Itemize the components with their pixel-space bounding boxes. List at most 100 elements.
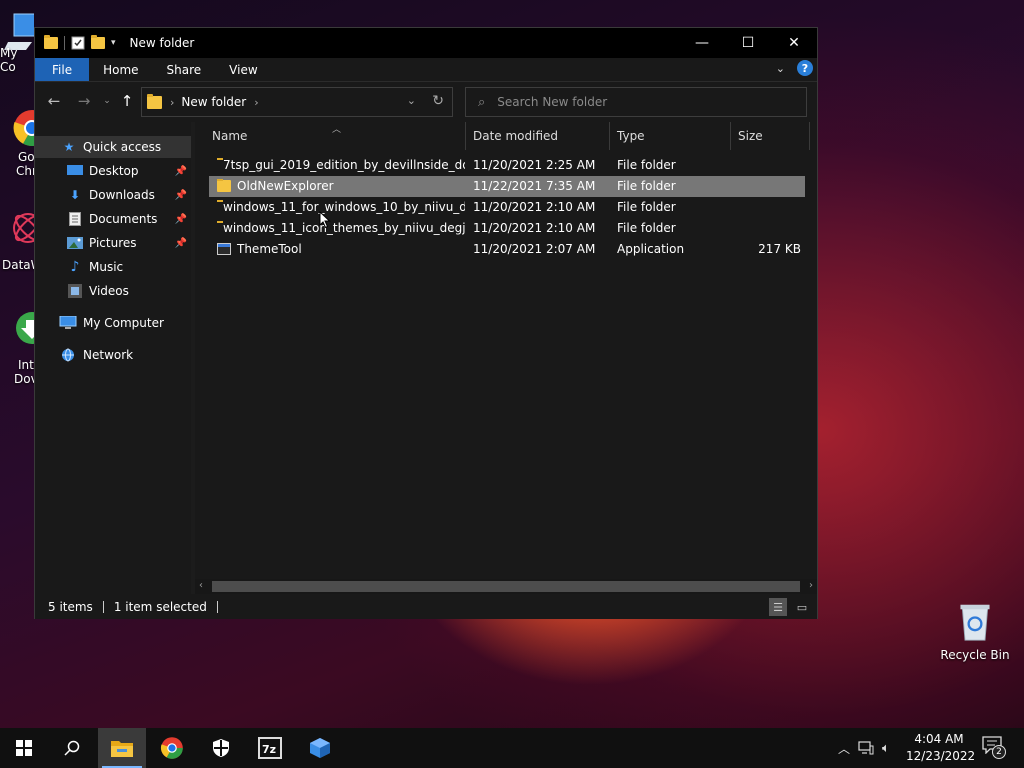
nav-item-quick-access[interactable]: ★ Quick access bbox=[35, 136, 191, 158]
scrollbar-thumb[interactable] bbox=[212, 581, 800, 592]
desktop-icon bbox=[67, 164, 83, 178]
taskbar-chrome[interactable] bbox=[148, 728, 196, 768]
network-icon[interactable] bbox=[858, 741, 874, 755]
table-row[interactable]: ThemeTool 11/20/2021 2:07 AM Application… bbox=[209, 239, 805, 260]
chevron-right-icon[interactable]: › bbox=[254, 96, 258, 109]
file-type: File folder bbox=[617, 158, 676, 172]
nav-item-pictures[interactable]: Pictures 📌 bbox=[35, 232, 191, 254]
maximize-button[interactable]: ☐ bbox=[725, 28, 771, 58]
search-input[interactable]: ⌕ Search New folder bbox=[465, 87, 807, 117]
desktop-icon-internet-download[interactable]: Inte Dov bbox=[0, 310, 34, 386]
forward-arrow-icon[interactable]: → bbox=[74, 92, 94, 110]
chevron-right-icon[interactable]: › bbox=[170, 96, 174, 109]
desktop-icon-datawrapper[interactable]: DataW bbox=[0, 208, 34, 272]
nav-item-documents[interactable]: Documents 📌 bbox=[35, 208, 191, 230]
table-row[interactable]: OldNewExplorer 11/22/2021 7:35 AM File f… bbox=[209, 176, 805, 197]
help-icon[interactable]: ? bbox=[797, 60, 813, 76]
taskbar-file-explorer[interactable] bbox=[98, 728, 146, 768]
table-row[interactable]: windows_11_icon_themes_by_niivu_degj... … bbox=[209, 218, 805, 239]
chevron-down-icon[interactable]: ⌄ bbox=[407, 94, 416, 107]
folder-icon bbox=[44, 35, 58, 49]
breadcrumb[interactable]: New folder bbox=[181, 95, 246, 109]
item-count: 5 items bbox=[48, 600, 93, 614]
picture-icon bbox=[67, 236, 83, 250]
nav-item-label: My Computer bbox=[83, 316, 164, 330]
file-name: 7tsp_gui_2019_edition_by_devillnside_dd.… bbox=[223, 158, 465, 172]
column-header-date[interactable]: Date modified bbox=[473, 122, 558, 150]
start-button[interactable] bbox=[0, 728, 48, 768]
column-header-name[interactable]: Name bbox=[212, 122, 247, 150]
tab-share[interactable]: Share bbox=[153, 58, 216, 81]
taskbar-app[interactable] bbox=[296, 728, 344, 768]
scroll-right-icon[interactable]: › bbox=[809, 580, 813, 591]
nav-item-desktop[interactable]: Desktop 📌 bbox=[35, 160, 191, 182]
search-button[interactable] bbox=[48, 728, 96, 768]
properties-icon[interactable] bbox=[71, 36, 85, 50]
taskbar-7zip[interactable]: 7z bbox=[246, 728, 294, 768]
pin-icon[interactable]: 📌 bbox=[175, 166, 187, 177]
desktop-icon-recycle-bin[interactable]: Recycle Bin bbox=[938, 602, 1012, 662]
volume-icon[interactable]: 🔈︎ bbox=[882, 741, 890, 756]
column-divider[interactable] bbox=[730, 122, 731, 150]
column-header-size[interactable]: Size bbox=[738, 122, 763, 150]
nav-item-label: Downloads bbox=[89, 188, 155, 202]
scroll-left-icon[interactable]: ‹ bbox=[199, 580, 203, 591]
close-button[interactable]: ✕ bbox=[771, 28, 817, 58]
horizontal-scrollbar[interactable]: ‹ › bbox=[195, 579, 817, 594]
folder-icon bbox=[217, 179, 231, 192]
recent-locations-icon[interactable]: ⌄ bbox=[97, 96, 117, 106]
navigation-pane: ★ Quick access Desktop 📌 ⬇ Downloads 📌 D… bbox=[35, 122, 191, 594]
cube-icon bbox=[310, 738, 330, 758]
selection-count: 1 item selected bbox=[113, 600, 207, 614]
title-bar[interactable]: ▾ New folder — ☐ ✕ bbox=[35, 28, 817, 58]
status-bar: 5 items 1 item selected ☰ ▭ bbox=[35, 595, 817, 619]
refresh-icon[interactable]: ↻ bbox=[432, 93, 444, 109]
pin-icon[interactable]: 📌 bbox=[175, 238, 187, 249]
desktop-icon-label: Chr bbox=[16, 164, 34, 178]
svg-text:7z: 7z bbox=[262, 743, 276, 756]
back-arrow-icon[interactable]: ← bbox=[44, 92, 64, 110]
action-center-button[interactable]: 2 bbox=[982, 736, 1006, 760]
nav-item-label: Quick access bbox=[83, 140, 162, 154]
column-divider[interactable] bbox=[465, 122, 466, 150]
nav-item-music[interactable]: ♪ Music bbox=[35, 256, 191, 278]
taskbar-security[interactable] bbox=[197, 728, 245, 768]
customize-toolbar-icon[interactable]: ▾ bbox=[111, 38, 116, 48]
document-icon bbox=[67, 212, 83, 226]
clock[interactable]: 4:04 AM 12/23/2022 bbox=[906, 731, 975, 765]
up-arrow-icon[interactable]: ↑ bbox=[117, 92, 137, 110]
address-bar[interactable]: › New folder › ⌄ ↻ bbox=[141, 87, 453, 117]
expand-ribbon-icon[interactable]: ⌄ bbox=[776, 62, 785, 75]
shield-icon bbox=[213, 739, 229, 757]
desktop-icon-chrome[interactable]: Go Chr bbox=[0, 108, 34, 178]
nav-item-downloads[interactable]: ⬇ Downloads 📌 bbox=[35, 184, 191, 206]
pin-icon[interactable]: 📌 bbox=[175, 190, 187, 201]
minimize-button[interactable]: — bbox=[679, 28, 725, 58]
nav-item-videos[interactable]: Videos bbox=[35, 280, 191, 302]
nav-item-network[interactable]: Network bbox=[35, 344, 191, 366]
table-row[interactable]: 7tsp_gui_2019_edition_by_devillnside_dd.… bbox=[209, 155, 805, 176]
file-date: 11/20/2021 2:10 AM bbox=[473, 221, 596, 235]
new-folder-icon[interactable] bbox=[91, 35, 105, 49]
file-type: Application bbox=[617, 242, 685, 256]
file-explorer-icon bbox=[111, 741, 133, 757]
tab-file[interactable]: File bbox=[35, 58, 90, 81]
column-header-type[interactable]: Type bbox=[617, 122, 645, 150]
large-icons-view-icon[interactable]: ▭ bbox=[793, 598, 811, 616]
nav-item-label: Desktop bbox=[89, 164, 139, 178]
show-hidden-icons-icon[interactable]: ︿ bbox=[838, 740, 850, 757]
column-divider[interactable] bbox=[609, 122, 610, 150]
mouse-cursor-icon bbox=[319, 211, 331, 229]
folder-icon bbox=[147, 93, 162, 109]
nav-item-label: Network bbox=[83, 348, 134, 362]
nav-item-my-computer[interactable]: My Computer bbox=[35, 312, 191, 334]
details-view-icon[interactable]: ☰ bbox=[769, 598, 787, 616]
tab-view[interactable]: View bbox=[215, 58, 271, 81]
table-row[interactable]: windows_11_for_windows_10_by_niivu_d... … bbox=[209, 197, 805, 218]
desktop-icon-label: Go bbox=[18, 150, 34, 164]
tab-home[interactable]: Home bbox=[89, 58, 152, 81]
desktop-icon-my-computer[interactable]: My Co bbox=[0, 12, 34, 74]
pin-icon[interactable]: 📌 bbox=[175, 214, 187, 225]
column-divider[interactable] bbox=[809, 122, 810, 150]
file-explorer-window: ▾ New folder — ☐ ✕ File Home Share View … bbox=[34, 27, 818, 619]
